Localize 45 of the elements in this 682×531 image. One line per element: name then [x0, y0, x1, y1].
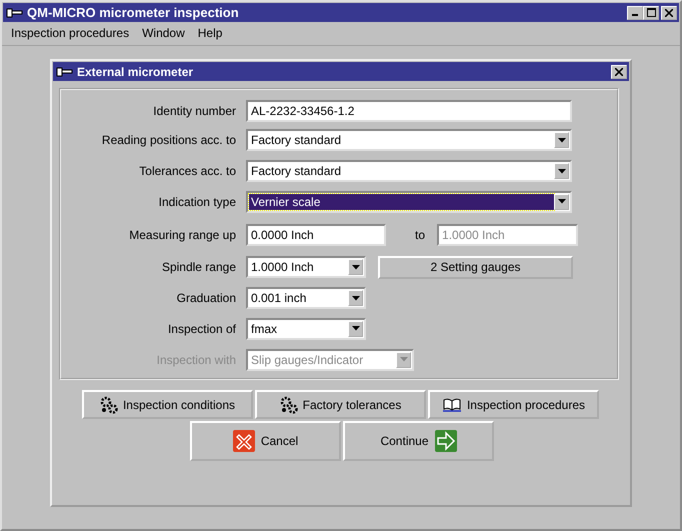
field-label: Inspection of [166, 322, 237, 336]
dropdown[interactable]: Vernier scale [246, 190, 572, 213]
dialog-title: External micrometer [77, 64, 194, 78]
dropdown[interactable]: Factory standard [246, 160, 572, 182]
cancel-button[interactable]: Cancel [190, 421, 341, 461]
field-label: Indication type [158, 194, 237, 209]
input-field[interactable]: 0.0000 Inch [246, 224, 386, 246]
field-label: Measuring range up [128, 228, 237, 242]
micrometer-icon [56, 66, 74, 78]
input-field[interactable]: AL-2232-33456-1.2 [246, 100, 572, 122]
close-button[interactable] [611, 64, 627, 78]
book-icon [442, 398, 462, 412]
input-field[interactable]: 1.0000 Inch [437, 224, 578, 246]
field-label: Graduation [176, 291, 237, 306]
gears-icon [100, 396, 118, 414]
close-icon [665, 8, 673, 16]
tool-button[interactable]: Inspection procedures [428, 390, 599, 419]
tool-button[interactable]: Factory tolerances [255, 390, 426, 419]
dropdown[interactable]: 1.0000 Inch [246, 256, 366, 278]
field-label: Tolerances acc. to [138, 164, 237, 178]
cross-icon [232, 430, 255, 452]
field-label: Reading positions acc. to [100, 133, 237, 148]
field-label: Spindle range [160, 260, 237, 274]
field-label: Inspection with [156, 352, 237, 367]
menu-item[interactable]: Help [196, 26, 224, 42]
maximize-icon [646, 8, 656, 17]
dropdown[interactable]: fmax [246, 318, 366, 340]
gears-icon [280, 396, 298, 414]
minimize-icon [632, 14, 638, 16]
field-label: Identity number [152, 104, 237, 118]
setting-gauges-button[interactable]: 2 Setting gauges [378, 256, 573, 279]
close-icon [615, 68, 623, 76]
minimize-button[interactable] [627, 6, 643, 20]
menu-item[interactable]: Window [141, 26, 186, 42]
menu-item[interactable]: Inspection procedures [10, 26, 130, 42]
micrometer-icon [6, 6, 24, 18]
tool-button[interactable]: Inspection conditions [82, 390, 253, 419]
arrow-right-icon [434, 430, 457, 452]
maximize-button[interactable] [643, 6, 659, 20]
continue-button[interactable]: Continue [343, 421, 494, 461]
dropdown[interactable]: 0.001 inch [246, 287, 366, 310]
dropdown[interactable]: Factory standard [246, 129, 572, 152]
field-label: to [415, 228, 426, 242]
close-button[interactable] [661, 6, 677, 20]
window-title: QM-MICRO micrometer inspection [27, 5, 239, 20]
